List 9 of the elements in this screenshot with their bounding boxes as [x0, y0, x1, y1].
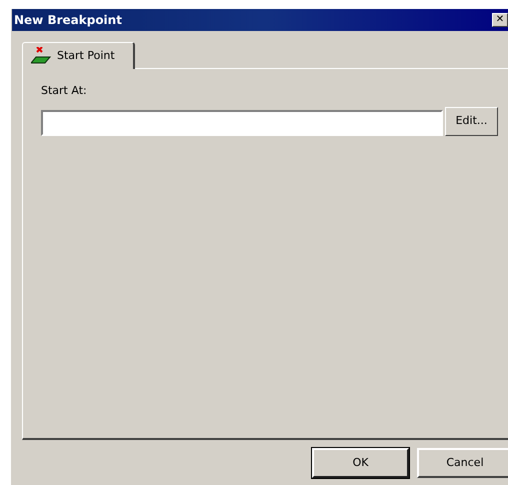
ok-button[interactable]: OK [312, 448, 409, 478]
edit-button[interactable]: Edit... [445, 106, 498, 136]
tab[interactable]: Start Point [22, 42, 135, 69]
window-title: New Breakpoint [13, 12, 122, 29]
close-button[interactable]: ✕ [492, 13, 508, 27]
cancel-button[interactable]: Cancel [417, 448, 508, 478]
breakpoint-icon [31, 47, 51, 65]
start-at-label: Start At: [41, 83, 87, 99]
start-at-field[interactable] [41, 110, 443, 136]
